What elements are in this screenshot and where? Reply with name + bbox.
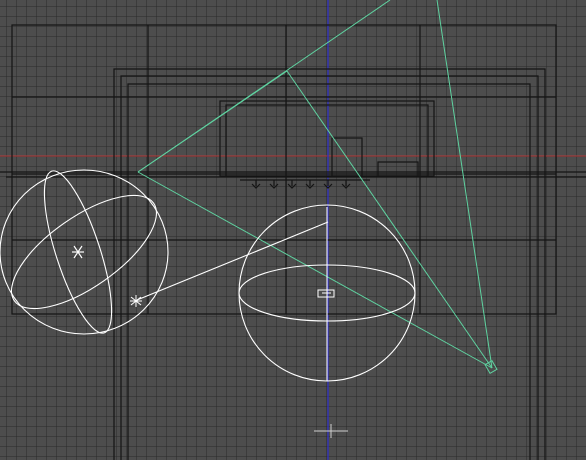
sphere-pivot-icon (72, 245, 84, 259)
light-star-icon (130, 295, 142, 307)
target-camera[interactable] (137, 0, 498, 375)
spotlight-row[interactable] (251, 180, 351, 189)
omni-light[interactable] (130, 221, 329, 307)
origin-marker-icon (314, 424, 348, 438)
counter[interactable] (0, 100, 586, 181)
room-walls[interactable] (11, 24, 557, 460)
viewport-top[interactable] (0, 0, 586, 460)
center-sphere[interactable] (238, 204, 416, 382)
